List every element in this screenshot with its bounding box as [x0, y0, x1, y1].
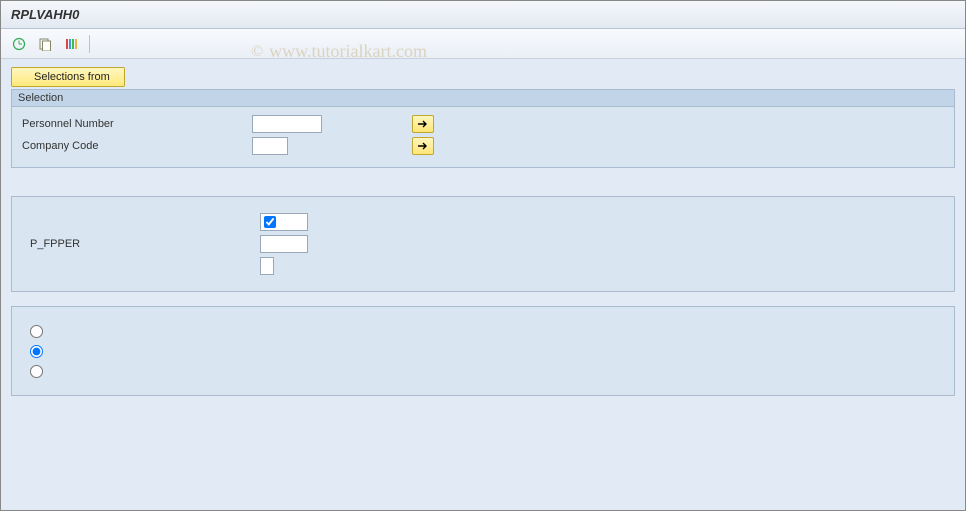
radio-group [11, 306, 955, 396]
params-group: P_FPPER [11, 196, 955, 292]
radio-option-1 [30, 321, 944, 341]
personnel-number-row: Personnel Number [22, 113, 944, 135]
selection-group-title: Selection [12, 90, 954, 107]
tiny-input[interactable] [260, 257, 274, 275]
personnel-number-label: Personnel Number [22, 118, 252, 130]
fpper-label: P_FPPER [30, 238, 260, 250]
param-checkbox[interactable] [264, 216, 276, 228]
content-area: Selections from Selection Personnel Numb… [1, 59, 965, 510]
radio-3[interactable] [30, 365, 43, 378]
radio-1[interactable] [30, 325, 43, 338]
checkbox-field-wrap [260, 213, 308, 231]
fpper-row: P_FPPER [30, 233, 944, 255]
variant-icon[interactable] [35, 34, 55, 54]
fpper-input[interactable] [260, 235, 308, 253]
toolbar [1, 29, 965, 59]
toolbar-separator [89, 35, 90, 53]
company-code-input[interactable] [252, 137, 288, 155]
execute-icon[interactable] [9, 34, 29, 54]
radio-option-3 [30, 361, 944, 381]
radio-option-2 [30, 341, 944, 361]
selections-from-button[interactable]: Selections from [11, 67, 125, 87]
checkbox-row [30, 211, 944, 233]
window-title: RPLVAHH0 [1, 1, 965, 29]
personnel-number-more-button[interactable] [412, 115, 434, 133]
selection-group: Selection Personnel Number Company Code [11, 89, 955, 168]
company-code-label: Company Code [22, 140, 252, 152]
personnel-number-input[interactable] [252, 115, 322, 133]
variant-overview-icon[interactable] [61, 34, 81, 54]
company-code-more-button[interactable] [412, 137, 434, 155]
tiny-row [30, 255, 944, 277]
radio-2[interactable] [30, 345, 43, 358]
company-code-row: Company Code [22, 135, 944, 157]
